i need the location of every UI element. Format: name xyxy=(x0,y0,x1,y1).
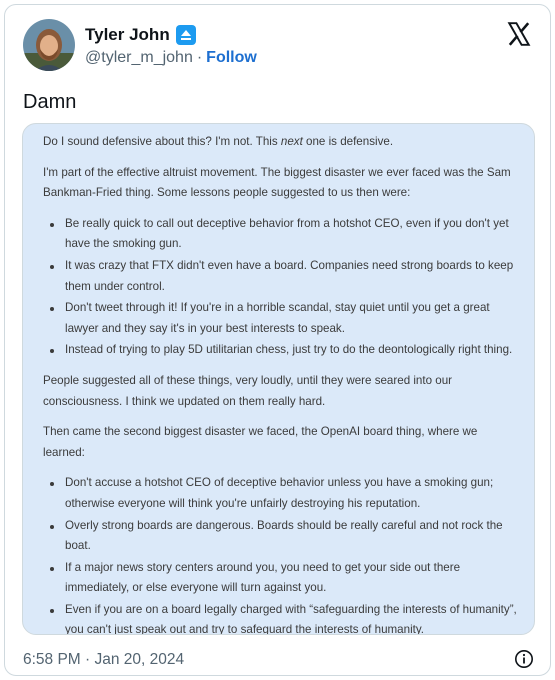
tweet-text: Damn xyxy=(23,91,77,113)
list-item: Even if you are on a board legally charg… xyxy=(43,600,518,634)
eject-badge-icon xyxy=(175,25,196,45)
list-item: Overly strong boards are dangerous. Boar… xyxy=(43,516,518,557)
doc-second-intro: Then came the second biggest disaster we… xyxy=(43,425,478,459)
follow-button[interactable]: Follow xyxy=(206,49,257,67)
learned-list: Don't accuse a hotshot CEO of deceptive … xyxy=(43,473,518,634)
tweet-header: Tyler John @tyler_m_john · Follow xyxy=(23,19,536,75)
list-item: It was crazy that FTX didn't even have a… xyxy=(43,256,518,297)
list-item: Be really quick to call out deceptive be… xyxy=(43,214,518,255)
list-item: Don't accuse a hotshot CEO of deceptive … xyxy=(43,473,518,514)
list-item: Instead of trying to play 5D utilitarian… xyxy=(43,340,518,361)
attached-image[interactable]: Do I sound defensive about this? I'm not… xyxy=(22,123,535,635)
list-item: If a major news story centers around you… xyxy=(43,558,518,599)
timestamp[interactable]: 6:58 PM · Jan 20, 2024 xyxy=(23,651,184,669)
separator: · xyxy=(196,49,203,66)
handle[interactable]: @tyler_m_john xyxy=(85,49,193,67)
doc-opening-line: Do I sound defensive about this? I'm not… xyxy=(43,135,394,148)
doc-middle: People suggested all of these things, ve… xyxy=(43,373,453,408)
lessons-list: Be really quick to call out deceptive be… xyxy=(43,214,518,361)
tweet-card: Tyler John @tyler_m_john · Follow Damn D… xyxy=(4,4,551,676)
doc-intro: I'm part of the effective altruist movem… xyxy=(43,165,511,200)
document-text: Do I sound defensive about this? I'm not… xyxy=(23,124,534,634)
x-logo-icon[interactable] xyxy=(506,21,532,47)
avatar[interactable] xyxy=(23,19,75,71)
info-icon[interactable] xyxy=(514,649,534,669)
display-name[interactable]: Tyler John xyxy=(85,25,170,45)
tweet-footer: 6:58 PM · Jan 20, 2024 xyxy=(23,647,536,673)
list-item: Don't tweet through it! If you're in a h… xyxy=(43,298,518,339)
